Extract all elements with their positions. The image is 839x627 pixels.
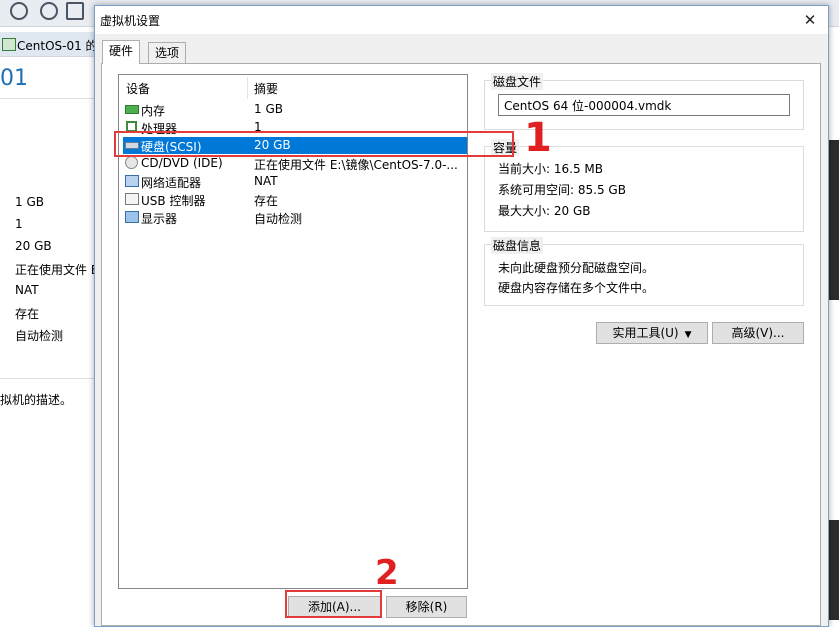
column-header-device[interactable]: 设备 [126,80,150,97]
divider [0,378,96,379]
background-value: 自动检测 [15,329,64,343]
background-value: 1 GB [15,195,44,209]
manage-snapshot-icon[interactable] [66,2,84,20]
usb-icon [125,193,139,205]
vm-icon [2,38,16,51]
device-name: 内存 [141,104,166,118]
background-value: 正在使用文件 E [15,263,99,277]
annotation-box-add-button [285,590,382,618]
divider [0,98,96,99]
device-name: USB 控制器 [141,194,206,208]
column-header-summary[interactable]: 摘要 [254,80,278,97]
advanced-button[interactable]: 高级(V)... [712,322,804,344]
device-row-memory[interactable]: 内存 1 GB [123,101,467,118]
disk-info-line: 硬盘内容存储在多个文件中。 [498,281,655,295]
memory-icon [125,105,139,114]
disk-file-label: 磁盘文件 [491,73,544,90]
dialog-title: 虚拟机设置 [100,14,161,28]
background-description: 拟机的描述。 [0,393,73,407]
snapshot-icon[interactable] [10,2,28,20]
disk-file-field[interactable] [498,94,790,116]
close-icon[interactable]: ✕ [793,8,827,32]
device-row-network-adapter[interactable]: 网络适配器 NAT [123,173,467,190]
revert-snapshot-icon[interactable] [40,2,58,20]
device-summary: 存在 [254,194,279,208]
background-value: NAT [15,283,39,297]
tab-options[interactable]: 选项 [148,42,187,63]
disk-info-line: 未向此硬盘预分配磁盘空间。 [498,261,655,275]
device-row-display[interactable]: 显示器 自动检测 [123,209,467,226]
background-value: 1 [15,217,23,231]
device-name: 网络适配器 [141,176,202,190]
max-size-text: 最大大小: 20 GB [498,204,591,218]
device-summary: 1 GB [254,102,283,116]
available-space-text: 系统可用空间: 85.5 GB [498,183,626,197]
device-row-cd-dvd[interactable]: CD/DVD (IDE) 正在使用文件 E:\镜像\CentOS-7.0-... [123,155,467,172]
dropdown-arrow-icon: ▼ [684,330,692,340]
background-value: 20 GB [15,239,52,253]
disk-info-label: 磁盘信息 [491,237,544,254]
utilities-button[interactable]: 实用工具(U) ▼ [596,322,708,344]
tab-hardware[interactable]: 硬件 [102,40,141,64]
cd-dvd-icon [125,156,138,169]
utilities-button-label: 实用工具(U) [612,326,679,340]
background-value: 存在 [15,307,40,321]
display-icon [125,211,139,223]
device-name: 显示器 [141,212,178,226]
background-vm-tab[interactable]: CentOS-01 的克 [0,32,110,57]
annotation-box-hard-disk [114,131,514,157]
background-vm-title: 01 [0,66,28,91]
device-summary: 自动检测 [254,212,303,226]
vm-settings-dialog: 虚拟机设置 ✕ 硬件 选项 设备 摘要 内存 1 GB 处理器 1 硬盘(SCS… [94,5,829,627]
current-size-text: 当前大小: 16.5 MB [498,162,603,176]
device-row-usb-controller[interactable]: USB 控制器 存在 [123,191,467,208]
network-adapter-icon [125,175,139,187]
dialog-titlebar[interactable]: 虚拟机设置 ✕ [95,6,828,34]
remove-button[interactable]: 移除(R) [386,596,467,618]
device-summary: NAT [254,174,278,188]
device-name: CD/DVD (IDE) [141,156,223,170]
column-separator[interactable] [247,77,248,99]
annotation-number-1: 1 [524,115,552,161]
device-summary: 正在使用文件 E:\镜像\CentOS-7.0-... [254,158,458,172]
annotation-number-2: 2 [375,553,399,593]
